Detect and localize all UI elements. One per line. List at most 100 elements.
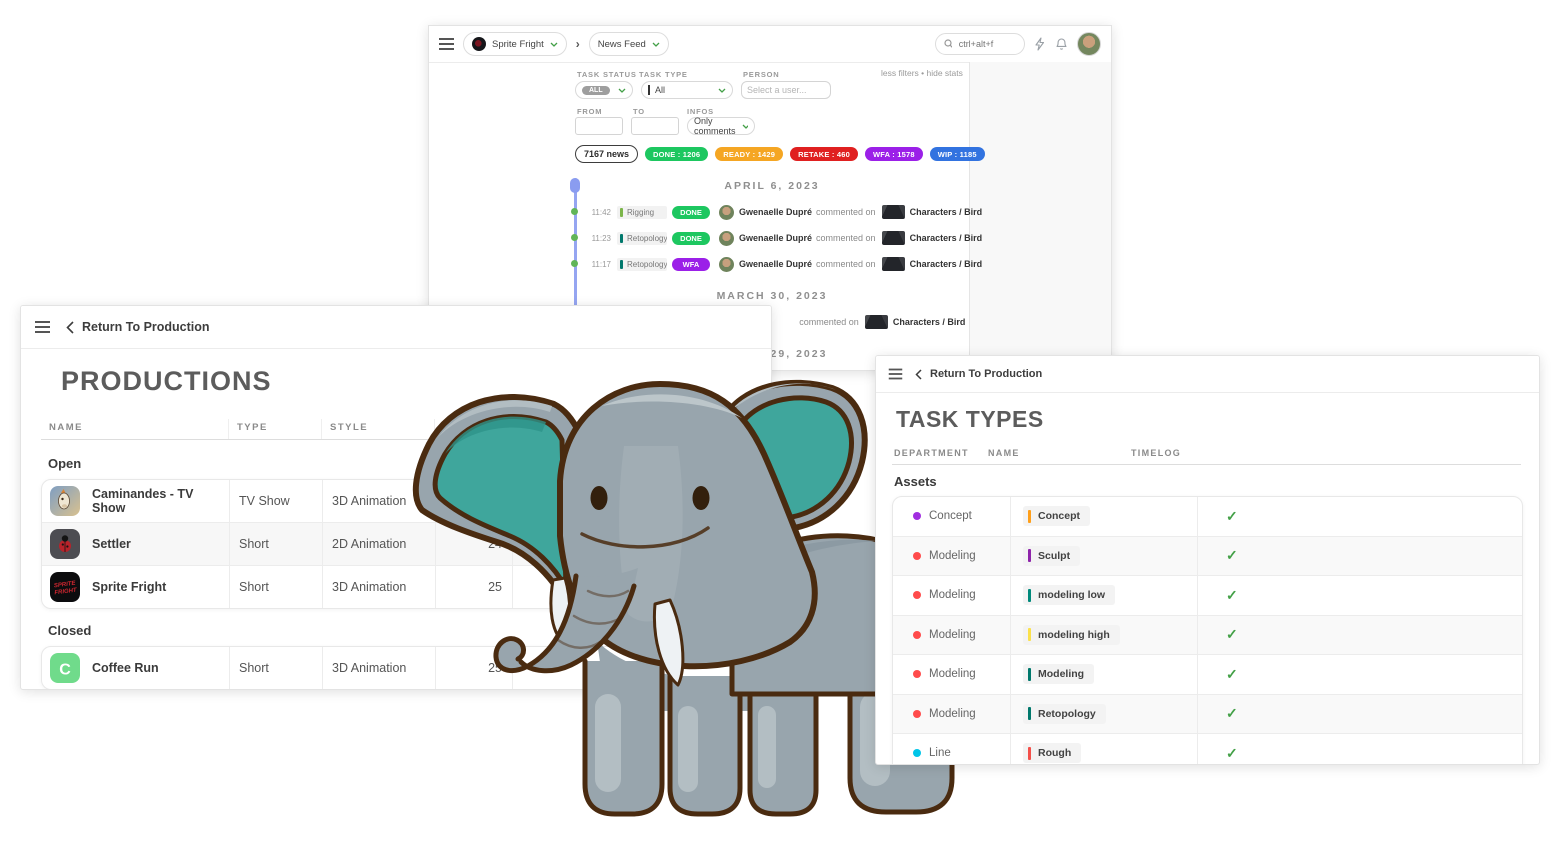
task-type-pill[interactable]: Rough <box>1023 743 1081 763</box>
task-type-pill[interactable]: Concept <box>1023 506 1090 526</box>
flash-icon[interactable] <box>1034 37 1046 51</box>
department-cell: Modeling <box>893 655 1010 694</box>
task-type-name: Retopology <box>1038 708 1096 720</box>
person-input[interactable] <box>741 81 831 99</box>
production-logo: SPRITEFRIGHT <box>50 572 80 602</box>
search-input[interactable] <box>957 38 1016 50</box>
task-type-name-cell: Modeling <box>1010 655 1197 694</box>
task-type-name-cell: Concept <box>1010 497 1197 536</box>
checkmark-icon: ✓ <box>1226 705 1238 722</box>
notifications-bell-icon[interactable] <box>1055 37 1068 51</box>
department-name: Modeling <box>929 550 976 562</box>
task-type-row[interactable]: ModelingSculpt✓ <box>893 536 1522 576</box>
task-type-color-bar <box>1028 747 1031 760</box>
user-avatar[interactable] <box>719 231 734 246</box>
timeline-dot <box>571 234 578 241</box>
search-icon <box>944 39 952 49</box>
department-name: Modeling <box>929 708 976 720</box>
task-type-pill[interactable]: modeling low <box>1023 585 1115 605</box>
status-count-badge: WFA : 1578 <box>865 147 923 161</box>
section-selector[interactable]: News Feed <box>589 32 669 56</box>
entity-thumbnail[interactable] <box>882 205 905 219</box>
chevron-down-icon <box>618 88 626 93</box>
production-name: Settler <box>92 537 131 551</box>
back-to-production-link[interactable]: Return To Production <box>66 320 210 334</box>
task-type-row[interactable]: Modeling Retopology ✓ <box>893 694 1522 734</box>
hamburger-menu-icon[interactable] <box>35 326 50 328</box>
entity-thumbnail[interactable] <box>882 257 905 271</box>
page-title: TASK TYPES <box>896 406 1044 433</box>
task-status-select[interactable]: ALL <box>575 81 633 99</box>
task-types-table-header: DEPARTMENT NAME TIMELOG <box>892 446 1521 465</box>
task-status-label: TASK STATUS <box>577 70 637 79</box>
checkmark-icon: ✓ <box>1226 587 1238 604</box>
user-avatar[interactable] <box>719 205 734 220</box>
from-date-input[interactable] <box>575 117 623 135</box>
productions-topbar: Return To Production <box>21 306 771 349</box>
task-type-name-cell: Retopology <box>1010 695 1197 734</box>
entry-action-text: commented on <box>816 233 876 243</box>
entry-action-text: commented on <box>816 207 876 217</box>
production-selector[interactable]: Sprite Fright <box>463 32 567 56</box>
task-type-color-bar <box>1028 707 1031 720</box>
column-header-department: DEPARTMENT <box>894 448 969 458</box>
task-type-row[interactable]: Modelingmodeling high✓ <box>893 615 1522 655</box>
to-date-input[interactable] <box>631 117 679 135</box>
task-type-pill[interactable]: Modeling <box>1023 664 1094 684</box>
filters-toggle-links[interactable]: less filters • hide stats <box>881 68 963 78</box>
task-type-pill[interactable]: modeling high <box>1023 625 1120 645</box>
task-type-row[interactable]: ConceptConcept✓ <box>893 497 1522 536</box>
status-count-badge: READY : 1429 <box>715 147 783 161</box>
entry-author[interactable]: Gwenaelle Dupré <box>739 233 812 243</box>
department-color-dot <box>913 749 921 757</box>
back-to-production-link[interactable]: Return To Production <box>915 368 1042 380</box>
timelog-cell: ✓ <box>1197 616 1522 655</box>
production-name: Coffee Run <box>92 661 159 675</box>
entity-thumbnail[interactable] <box>865 315 888 329</box>
task-type-row[interactable]: Modeling modeling low ✓ <box>893 575 1522 615</box>
entry-action-text: commented on <box>799 317 859 327</box>
breadcrumb-separator: › <box>576 37 580 51</box>
task-types-window: Return To Production TASK TYPES DEPARTME… <box>875 355 1540 765</box>
entry-task-type-pill: Rigging <box>617 206 667 219</box>
user-avatar[interactable] <box>1077 32 1101 56</box>
task-type-row[interactable]: Line Rough ✓ <box>893 733 1522 765</box>
production-logo-icon <box>472 37 486 51</box>
entry-target-link[interactable]: Characters / Bird <box>910 233 983 243</box>
task-types-topbar: Return To Production <box>876 356 1539 393</box>
task-type-pill[interactable]: Retopology <box>1023 704 1106 724</box>
entry-author[interactable]: Gwenaelle Dupré <box>739 259 812 269</box>
task-type-color-bar <box>1028 510 1031 523</box>
hamburger-menu-icon[interactable] <box>889 373 903 375</box>
back-link-label: Return To Production <box>82 320 210 334</box>
timeline-dot <box>571 208 578 215</box>
entry-target-link[interactable]: Characters / Bird <box>893 317 966 327</box>
entry-author[interactable]: Gwenaelle Dupré <box>739 207 812 217</box>
column-header-name: NAME <box>988 448 1020 458</box>
production-type-cell: Short <box>229 647 322 689</box>
task-type-pill[interactable]: Sculpt <box>1023 546 1080 566</box>
hamburger-menu-icon[interactable] <box>439 43 454 45</box>
entry-action-text: commented on <box>816 259 876 269</box>
entry-target-link[interactable]: Characters / Bird <box>910 207 983 217</box>
department-cell: Modeling <box>893 576 1010 615</box>
task-type-color-bar <box>1028 628 1031 641</box>
production-name-cell: Settler <box>42 523 229 565</box>
checkmark-icon: ✓ <box>1226 745 1238 762</box>
entry-time: 11:23 <box>589 234 611 243</box>
task-type-name: Retopology <box>627 260 667 269</box>
entity-thumbnail[interactable] <box>882 231 905 245</box>
chevron-down-icon <box>550 42 558 47</box>
entry-target-link[interactable]: Characters / Bird <box>910 259 983 269</box>
task-type-color-bar <box>648 85 650 95</box>
production-name-cell: CCoffee Run <box>42 647 229 689</box>
user-avatar[interactable] <box>719 257 734 272</box>
global-search[interactable] <box>935 33 1025 55</box>
task-type-color-bar <box>1028 549 1031 562</box>
task-type-select[interactable]: All <box>641 81 733 99</box>
news-topbar: Sprite Fright › News Feed <box>429 26 1111 63</box>
task-type-name: Rigging <box>627 208 654 217</box>
infos-select[interactable]: Only comments <box>687 117 755 135</box>
department-cell: Line <box>893 734 1010 765</box>
task-type-row[interactable]: ModelingModeling✓ <box>893 654 1522 694</box>
